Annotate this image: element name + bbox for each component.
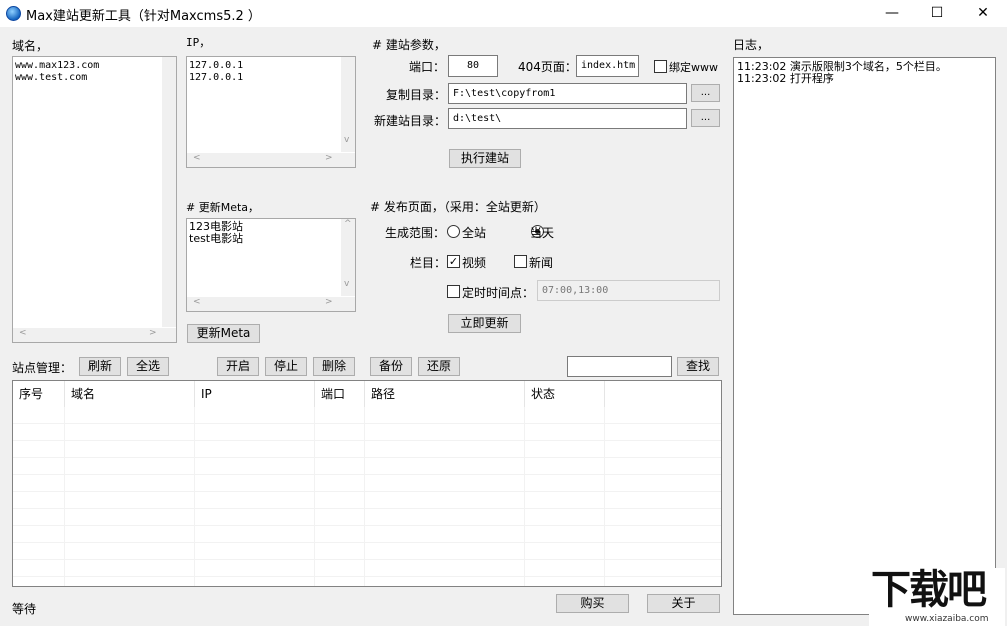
page404-input[interactable]: index.htm <box>576 55 639 77</box>
stop-button[interactable]: 停止 <box>265 357 307 376</box>
port-input[interactable]: 80 <box>448 55 498 77</box>
new-dir-input[interactable]: d:\test\ <box>448 108 687 129</box>
delete-button[interactable]: 删除 <box>313 357 355 376</box>
execute-build-button[interactable]: 执行建站 <box>449 149 521 168</box>
start-button[interactable]: 开启 <box>217 357 259 376</box>
scroll-up-icon[interactable]: ^ <box>344 219 352 229</box>
scroll-down-icon[interactable]: v <box>344 135 349 145</box>
scroll-right-icon[interactable]: > <box>325 153 333 163</box>
update-now-button[interactable]: 立即更新 <box>448 314 521 333</box>
list-item[interactable]: www.max123.com <box>15 60 99 72</box>
news-label: 新闻 <box>529 254 553 271</box>
watermark-text: 下载吧 <box>871 566 985 614</box>
list-item[interactable]: www.test.com <box>15 72 87 84</box>
sites-table[interactable]: 序号 域名 IP 端口 路径 状态 <box>12 380 722 587</box>
ip-list[interactable]: 127.0.0.1 127.0.0.1 v < > <box>186 56 356 168</box>
maximize-button[interactable]: ☐ <box>914 0 960 27</box>
scroll-left-icon[interactable]: < <box>193 153 201 163</box>
close-button[interactable]: ✕ <box>960 0 1006 27</box>
watermark-logo: 下载吧 www.xiazaiba.com <box>869 568 1005 626</box>
sites-label: 站点管理： <box>12 359 72 376</box>
copy-dir-input[interactable]: F:\test\copyfrom1 <box>448 83 687 104</box>
update-meta-button[interactable]: 更新Meta <box>187 324 260 343</box>
new-dir-browse-button[interactable]: ... <box>691 109 720 127</box>
vertical-scrollbar[interactable] <box>162 57 176 327</box>
horizontal-scrollbar[interactable]: < > <box>187 297 355 311</box>
scroll-right-icon[interactable]: > <box>325 297 333 307</box>
news-checkbox[interactable] <box>514 255 527 268</box>
port-label: 端口： <box>409 58 445 75</box>
copy-dir-browse-button[interactable]: ... <box>691 84 720 102</box>
buy-button[interactable]: 购买 <box>556 594 629 613</box>
scroll-right-icon[interactable]: > <box>149 328 157 338</box>
log-label: 日志， <box>733 36 769 53</box>
scroll-left-icon[interactable]: < <box>193 297 201 307</box>
new-dir-label: 新建站目录： <box>374 112 446 129</box>
minimize-button[interactable]: — <box>869 0 915 27</box>
build-heading: # 建站参数， <box>372 36 446 53</box>
timer-label: 定时时间点： <box>462 284 534 301</box>
ip-label: IP， <box>186 37 210 49</box>
horizontal-scrollbar[interactable]: < > <box>187 153 355 167</box>
log-line: 11:23:02 打开程序 <box>737 73 834 85</box>
scope-label: 生成范围： <box>385 224 445 241</box>
timer-checkbox[interactable] <box>447 285 460 298</box>
scope-today-label: 当天 <box>530 224 554 241</box>
video-checkbox[interactable]: ✓ <box>447 255 460 268</box>
scroll-down-icon[interactable]: v <box>344 279 349 289</box>
horizontal-scrollbar[interactable]: < > <box>13 328 176 342</box>
column-header-status[interactable]: 状态 <box>525 381 605 407</box>
vertical-scrollbar[interactable]: ^ v <box>341 219 355 296</box>
app-globe-icon <box>6 6 21 21</box>
bind-www-label: 绑定www <box>669 59 718 75</box>
column-header-domain[interactable]: 域名 <box>65 381 195 407</box>
scope-all-radio[interactable] <box>447 225 460 238</box>
select-all-button[interactable]: 全选 <box>127 357 169 376</box>
list-item[interactable]: 127.0.0.1 <box>189 72 243 84</box>
list-item[interactable]: 127.0.0.1 <box>189 60 243 72</box>
backup-button[interactable]: 备份 <box>370 357 412 376</box>
scope-all-label: 全站 <box>462 224 486 241</box>
meta-list[interactable]: 123电影站 test电影站 ^ v < > <box>186 218 356 312</box>
publish-heading: # 发布页面，（采用：全站更新） <box>370 198 546 215</box>
title-bar: Max建站更新工具（针对Maxcms5.2 ） — ☐ ✕ <box>0 0 1007 27</box>
refresh-button[interactable]: 刷新 <box>79 357 121 376</box>
vertical-scrollbar[interactable]: v <box>341 57 355 152</box>
bind-www-checkbox[interactable] <box>654 60 667 73</box>
search-input[interactable] <box>567 356 672 377</box>
column-label: 栏目： <box>410 254 446 271</box>
watermark-url: www.xiazaiba.com <box>905 614 989 624</box>
video-label: 视频 <box>462 254 486 271</box>
column-header-path[interactable]: 路径 <box>365 381 525 407</box>
status-text: 等待 <box>12 600 36 617</box>
copy-dir-label: 复制目录： <box>386 86 446 103</box>
search-button[interactable]: 查找 <box>677 357 719 376</box>
column-header-ip[interactable]: IP <box>195 381 315 407</box>
list-item[interactable]: test电影站 <box>189 233 243 245</box>
column-header-index[interactable]: 序号 <box>13 381 65 407</box>
restore-button[interactable]: 还原 <box>418 357 460 376</box>
domains-label: 域名， <box>12 37 48 54</box>
timer-input[interactable]: 07:00,13:00 <box>537 280 720 301</box>
window-title: Max建站更新工具（针对Maxcms5.2 ） <box>26 5 261 24</box>
meta-label: # 更新Meta， <box>186 199 259 215</box>
domains-list[interactable]: www.max123.com www.test.com < > <box>12 56 177 343</box>
column-header-port[interactable]: 端口 <box>315 381 365 407</box>
about-button[interactable]: 关于 <box>647 594 720 613</box>
log-textarea[interactable]: 11:23:02 演示版限制3个域名，5个栏目。 11:23:02 打开程序 <box>733 57 996 615</box>
page404-label: 404页面： <box>518 58 577 75</box>
table-body[interactable] <box>13 407 721 586</box>
scroll-left-icon[interactable]: < <box>19 328 27 338</box>
